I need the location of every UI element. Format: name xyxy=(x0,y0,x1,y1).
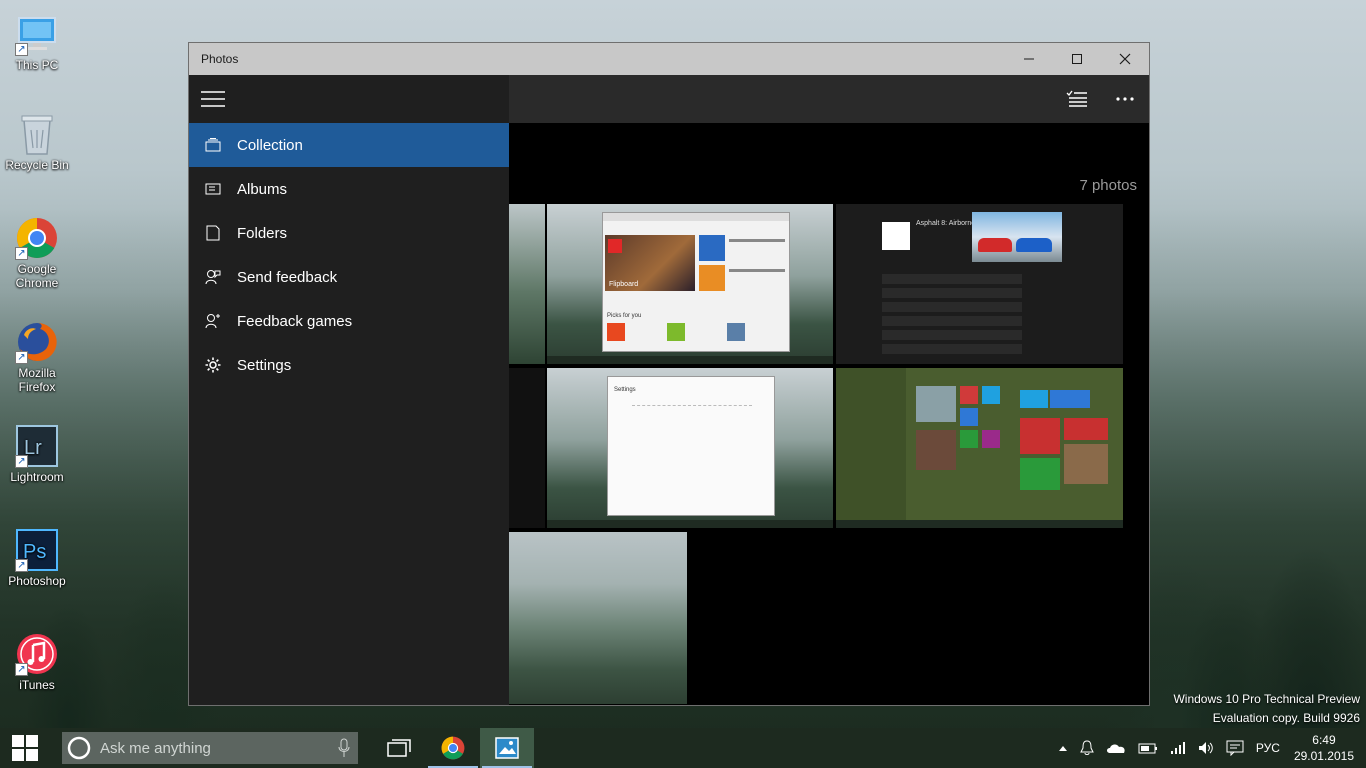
photos-window: Photos Collection Albums Folders Send fe… xyxy=(188,42,1150,706)
network-signal-icon[interactable] xyxy=(1164,741,1192,755)
game-title: Asphalt 8: Airborne xyxy=(916,220,976,227)
nav-item-label: Folders xyxy=(237,224,288,242)
store-window-preview: Flipboard Picks for you xyxy=(602,212,790,352)
lightroom-icon: Lr ↗ xyxy=(15,424,59,468)
window-title: Photos xyxy=(201,52,239,66)
taskbar-photos[interactable] xyxy=(480,728,534,768)
start-button[interactable] xyxy=(0,728,50,768)
hamburger-button[interactable] xyxy=(189,75,509,123)
nav-item-albums[interactable]: Albums xyxy=(189,167,509,211)
nav-item-feedback-games[interactable]: Feedback games xyxy=(189,299,509,343)
nav-item-folders[interactable]: Folders xyxy=(189,211,509,255)
nav-item-label: Collection xyxy=(237,136,303,154)
photo-thumbnail[interactable] xyxy=(509,368,545,528)
desktop-icon-label: This PC xyxy=(15,58,59,72)
search-box[interactable]: Ask me anything xyxy=(62,732,358,764)
taskbar: Ask me anything РУС 6:49 29.01.2015 xyxy=(0,728,1366,768)
recycle-bin-icon xyxy=(15,112,59,156)
command-bar xyxy=(509,75,1149,123)
monitor-icon: ↗ xyxy=(15,12,59,56)
chevron-up-icon xyxy=(1058,746,1067,751)
nav-item-settings[interactable]: Settings xyxy=(189,343,509,387)
desktop-icon-label: iTunes xyxy=(19,678,55,692)
hamburger-icon xyxy=(201,91,225,107)
photos-icon xyxy=(495,737,519,759)
collection-icon xyxy=(189,138,237,152)
feedback-icon xyxy=(189,269,237,285)
firefox-icon: ↗ xyxy=(15,320,59,364)
desktop-icon-recycle-bin[interactable]: Recycle Bin xyxy=(4,112,70,172)
desktop-icon-this-pc[interactable]: ↗ This PC xyxy=(4,12,70,72)
nav-item-label: Albums xyxy=(237,180,288,198)
itunes-icon: ↗ xyxy=(15,632,59,676)
clock[interactable]: 6:49 29.01.2015 xyxy=(1286,732,1366,764)
system-tray: РУС 6:49 29.01.2015 xyxy=(1052,728,1366,768)
minimize-button[interactable] xyxy=(1005,43,1053,75)
task-view-button[interactable] xyxy=(372,728,426,768)
gear-icon xyxy=(189,357,237,373)
collection-view: 7 photos Flipboard Picks for you Asphalt… xyxy=(509,75,1149,705)
feedback-games-icon xyxy=(189,313,237,329)
more-button[interactable] xyxy=(1101,75,1149,123)
nav-item-label: Send feedback xyxy=(237,268,338,286)
watermark-line: Windows 10 Pro Technical Preview xyxy=(1173,692,1360,706)
desktop-icon-label: Mozilla Firefox xyxy=(18,366,56,394)
desktop-icon-label: Google Chrome xyxy=(15,262,59,290)
cortana-icon xyxy=(67,736,91,760)
albums-icon xyxy=(189,182,237,196)
onedrive-icon[interactable] xyxy=(1100,742,1132,754)
settings-window-preview: Settings xyxy=(607,376,775,516)
more-icon xyxy=(1116,97,1134,101)
desktop-icon-label: Photoshop xyxy=(8,574,66,588)
nav-item-collection[interactable]: Collection xyxy=(189,123,509,167)
watermark-line: Evaluation copy. Build 9926 xyxy=(1212,711,1360,725)
desktop-icon-photoshop[interactable]: Ps ↗ Photoshop xyxy=(4,528,70,588)
build-watermark: Windows 10 Pro Technical Preview Evaluat… xyxy=(1173,690,1360,728)
search-placeholder: Ask me anything xyxy=(100,739,211,757)
select-list-icon xyxy=(1066,90,1087,107)
picks-label: Picks for you xyxy=(607,313,642,319)
desktop-icon-lightroom[interactable]: Lr ↗ Lightroom xyxy=(4,424,70,484)
microphone-icon[interactable] xyxy=(338,738,350,758)
chrome-icon xyxy=(441,736,465,760)
task-view-icon xyxy=(387,739,411,757)
navigation-pane: Collection Albums Folders Send feedback … xyxy=(189,75,509,705)
clock-date: 29.01.2015 xyxy=(1293,749,1354,763)
desktop-icon-chrome[interactable]: ↗ Google Chrome xyxy=(4,216,70,290)
desktop-icon-firefox[interactable]: ↗ Mozilla Firefox xyxy=(4,320,70,394)
photo-thumbnail-settings-screenshot[interactable]: Settings xyxy=(547,368,833,528)
photo-thumbnail-start-screen[interactable] xyxy=(836,368,1123,528)
volume-icon[interactable] xyxy=(1192,741,1220,755)
battery-icon[interactable] xyxy=(1132,742,1164,754)
close-button[interactable] xyxy=(1101,43,1149,75)
desktop-icon-label: Lightroom xyxy=(10,470,64,484)
nav-item-label: Settings xyxy=(237,356,292,374)
clock-time: 6:49 xyxy=(1312,733,1336,747)
action-center-icon[interactable] xyxy=(1220,740,1250,756)
photo-thumbnail[interactable] xyxy=(509,204,545,364)
select-button[interactable] xyxy=(1053,75,1101,123)
flipboard-label: Flipboard xyxy=(609,281,639,288)
desktop-icon-itunes[interactable]: ↗ iTunes xyxy=(4,632,70,692)
nav-item-label: Feedback games xyxy=(237,312,353,330)
photoshop-icon: Ps ↗ xyxy=(15,528,59,572)
photo-thumbnail-forest[interactable] xyxy=(509,532,687,704)
notification-bell-icon[interactable] xyxy=(1074,740,1100,756)
photo-thumbnail-game-screenshot[interactable]: Asphalt 8: Airborne xyxy=(836,204,1123,364)
chrome-icon: ↗ xyxy=(15,216,59,260)
title-bar[interactable]: Photos xyxy=(189,43,1149,75)
photo-thumbnail-store-screenshot[interactable]: Flipboard Picks for you xyxy=(547,204,833,364)
input-language-button[interactable]: РУС xyxy=(1250,741,1286,755)
folder-icon xyxy=(189,225,237,241)
show-hidden-icons-button[interactable] xyxy=(1052,744,1074,752)
settings-label: Settings xyxy=(614,387,636,393)
windows-logo-icon xyxy=(12,735,38,761)
desktop-icon-label: Recycle Bin xyxy=(5,158,69,172)
nav-item-send-feedback[interactable]: Send feedback xyxy=(189,255,509,299)
photo-count: 7 photos xyxy=(1079,177,1137,194)
maximize-button[interactable] xyxy=(1053,43,1101,75)
taskbar-chrome[interactable] xyxy=(426,728,480,768)
flipboard-tile: Flipboard xyxy=(605,235,695,291)
